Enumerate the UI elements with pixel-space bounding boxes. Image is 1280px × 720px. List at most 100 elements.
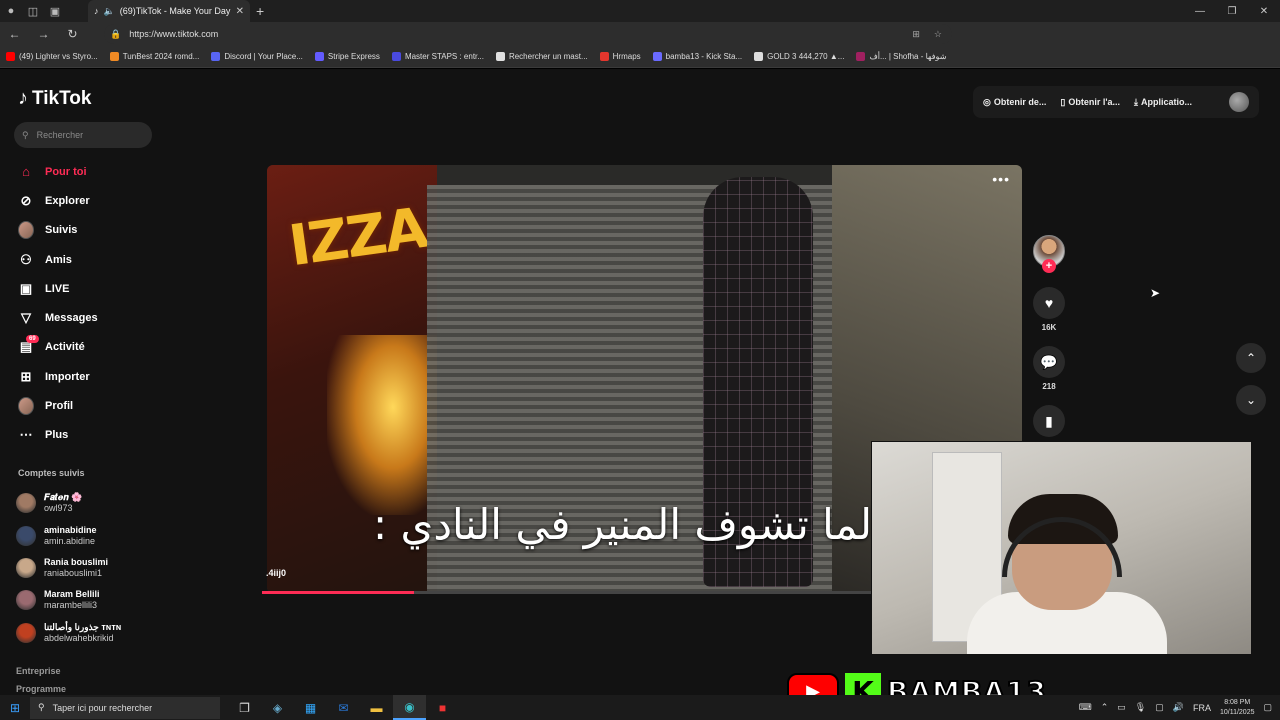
footer-link-company[interactable]: Entreprise <box>16 666 61 676</box>
sidebar-item-label: Importer <box>45 370 90 383</box>
favorite-star-icon[interactable]: ☆ <box>934 29 942 40</box>
new-tab-button[interactable]: + <box>256 3 264 19</box>
chevron-up-icon: ⌃ <box>1245 351 1257 365</box>
header-actions: ◎ Obtenir de... ▯ Obtenir l'a... ⤓ Applicat… <box>973 86 1259 118</box>
sidebar-item-importer[interactable]: ⊞ Importer <box>18 362 158 391</box>
profile-icon[interactable]: ● <box>0 0 22 22</box>
bookmark-icon[interactable]: ▮ <box>1033 405 1065 437</box>
close-window-button[interactable]: ✕ <box>1248 0 1280 22</box>
search-input[interactable] <box>36 130 137 140</box>
display-icon[interactable]: ▢ <box>1155 702 1164 713</box>
keyboard-icon[interactable]: ⌨ <box>1079 702 1092 713</box>
user-avatar[interactable] <box>1229 92 1249 112</box>
taskbar-search[interactable]: ⚲ Taper ici pour rechercher <box>30 696 220 719</box>
bookmark-item[interactable]: (49) Lighter vs Styro... <box>6 52 98 61</box>
sidebar-item-profil[interactable]: Profil <box>18 391 158 420</box>
sidebar-item-messages[interactable]: ▽ Messages <box>18 303 158 332</box>
site-info-icon[interactable]: 🔒 <box>110 29 121 40</box>
windows-taskbar: ⊞ ⚲ Taper ici pour rechercher ❐ ◈ ▦ ✉ ▬ … <box>0 695 1280 720</box>
bookmark-favicon-icon <box>495 52 505 61</box>
sidebar-item-plus[interactable]: ⋯ Plus <box>18 421 158 450</box>
sidebar-item-activit[interactable]: ▤ 69 Activité <box>18 333 158 362</box>
maximize-button[interactable]: ❐ <box>1216 0 1248 22</box>
search-box[interactable]: ⚲ <box>14 122 152 148</box>
sidebar-item-label: LIVE <box>45 282 70 295</box>
bookmark-favicon-icon <box>109 52 119 61</box>
close-tab-icon[interactable]: ✕ <box>236 6 244 17</box>
notifications-icon[interactable]: ▢ <box>1263 702 1272 713</box>
sidebar-item-explorer[interactable]: ⊘ Explorer <box>18 186 158 215</box>
back-button[interactable]: ← <box>0 27 29 41</box>
video-more-icon[interactable]: ••• <box>992 171 1010 187</box>
workspaces-icon[interactable]: ◫ <box>22 0 44 22</box>
address-bar[interactable]: 🔒 https://www.tiktok.com ⊞ ☆ <box>104 24 952 44</box>
app-available-icon[interactable]: ⊞ <box>912 29 920 40</box>
heart-icon[interactable]: ♥ <box>1033 287 1065 319</box>
footer-link-program[interactable]: Programme <box>16 684 66 694</box>
avatar <box>16 493 36 514</box>
reload-button[interactable]: ↻ <box>58 27 87 41</box>
sidebar-item-amis[interactable]: ⚇ Amis <box>18 245 158 274</box>
copilot-app-icon[interactable]: ◈ <box>261 695 294 720</box>
chevron-down-icon: ⌄ <box>1245 393 1257 407</box>
file-explorer-icon[interactable]: ▬ <box>360 695 393 720</box>
desktop-app-button[interactable]: ⤓ Applicatio... <box>1134 97 1192 108</box>
video-author-tag[interactable]: .4iij0 <box>266 568 286 578</box>
sidebar-item-pourtoi[interactable]: ⌂ Pour toi <box>18 157 158 186</box>
windows-start-icon[interactable]: ⊞ <box>0 701 30 715</box>
clock[interactable]: 8:08 PM 10/11/2025 <box>1220 698 1255 718</box>
minimize-button[interactable]: — <box>1184 0 1216 22</box>
taskbar-apps: ❐ ◈ ▦ ✉ ▬ ◉ ■ <box>228 695 459 720</box>
bookmark-item[interactable]: GOLD 3 444,270 ▲... <box>754 52 844 61</box>
bookmark-item[interactable]: Discord | Your Place... <box>211 52 303 61</box>
language-indicator[interactable]: FRA <box>1193 703 1211 713</box>
followed-account[interactable]: 𝑭𝒂𝒕𝒆𝒏 🌸 owl973 <box>16 487 166 519</box>
network-icon[interactable]: ▭ <box>1117 702 1126 713</box>
get-app-button[interactable]: ▯ Obtenir l'a... <box>1060 97 1120 108</box>
store-icon[interactable]: ▦ <box>294 695 327 720</box>
next-video-button[interactable]: ⌄ <box>1236 385 1266 415</box>
forward-button[interactable]: → <box>29 27 58 41</box>
follow-plus-icon[interactable]: + <box>1042 259 1056 273</box>
followed-account[interactable]: جذورنا وأصالتنا ᴛɴᴛɴ abdelwahebkrikid <box>16 617 166 649</box>
previous-video-button[interactable]: ⌃ <box>1236 343 1266 373</box>
volume-icon[interactable]: 🔊 <box>1173 702 1184 713</box>
edge-browser-icon[interactable]: ◉ <box>393 695 426 720</box>
bookmark-item[interactable]: TunBest 2024 romd... <box>109 52 199 61</box>
microphone-icon[interactable]: 🎙 <box>1135 702 1146 713</box>
avatar <box>16 525 36 546</box>
bookmark-item[interactable]: bamba13 - Kick Sta... <box>652 52 742 61</box>
tiktok-logo[interactable]: ♪ TikTok <box>18 87 91 110</box>
outlook-icon[interactable]: ✉ <box>327 695 360 720</box>
bookmark-item[interactable]: Master STAPS : entr... <box>391 52 484 61</box>
bookmark-label: (49) Lighter vs Styro... <box>19 52 98 61</box>
followed-account[interactable]: aminabidine amin.abidine <box>16 519 166 551</box>
bookmark-item[interactable]: Rechercher un mast... <box>495 52 588 61</box>
get-coins-button[interactable]: ◎ Obtenir de... <box>983 97 1046 108</box>
followed-account[interactable]: Maram Bellili marambellili3 <box>16 584 166 616</box>
obs-app-icon[interactable]: ■ <box>426 695 459 720</box>
task-view-icon[interactable]: ❐ <box>228 695 261 720</box>
search-icon: ⚲ <box>22 129 29 140</box>
sidebar-item-suivis[interactable]: Suivis <box>18 216 158 245</box>
account-names: Maram Bellili marambellili3 <box>44 589 100 611</box>
browser-tab-tiktok[interactable]: ♪ 🔈 (69)TikTok - Make Your Day ✕ <box>88 0 250 22</box>
bookmark-item[interactable]: أف... | Shofha - شوفها <box>856 52 946 61</box>
tab-actions-icon[interactable]: ▣ <box>44 0 66 22</box>
tray-expand-icon[interactable]: ⌃ <box>1101 702 1109 713</box>
friends-icon: ⚇ <box>20 251 32 267</box>
bookmark-label: Rechercher un mast... <box>508 52 588 61</box>
clock-date: 10/11/2025 <box>1219 708 1255 716</box>
desktop-app-label: Applicatio... <box>1140 97 1192 107</box>
creator-avatar[interactable]: + <box>1033 235 1065 273</box>
video-progress-bar[interactable] <box>262 591 871 594</box>
comment-icon[interactable]: 💬 <box>1033 346 1065 378</box>
mouse-cursor-icon: ➤ <box>1150 286 1161 300</box>
speaker-icon[interactable]: 🔈 <box>104 6 115 17</box>
tiktok-favicon-icon: ♪ <box>94 6 99 16</box>
bookmark-item[interactable]: Hrmaps <box>599 52 641 61</box>
followed-account[interactable]: Rania bouslimi raniabouslimi1 <box>16 552 166 584</box>
live-icon: ▣ <box>19 280 33 296</box>
bookmark-item[interactable]: Stripe Express <box>314 52 380 61</box>
sidebar-item-live[interactable]: ▣ LIVE <box>18 274 158 303</box>
